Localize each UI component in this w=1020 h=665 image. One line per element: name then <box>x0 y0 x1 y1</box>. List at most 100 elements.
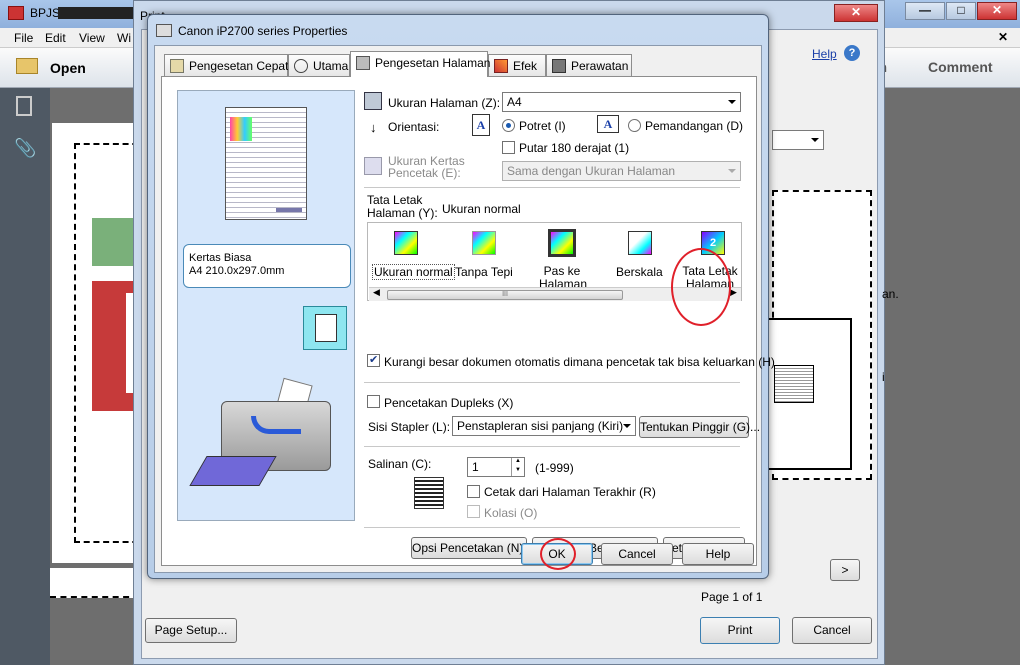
layout-pas-ke-halaman[interactable]: Pas ke Halaman <box>524 223 599 291</box>
layout-tanpa-tepi[interactable]: Tanpa Tepi <box>446 223 521 285</box>
ukuran-halaman-label: Ukuran Halaman (Z): <box>388 96 501 110</box>
help-icon[interactable]: ? <box>844 45 860 61</box>
attachment-icon[interactable]: 📎 <box>14 138 36 159</box>
spin-up-icon[interactable]: ▲ <box>511 458 524 467</box>
potret-radio[interactable] <box>502 119 515 132</box>
cetak-akhir-checkbox[interactable] <box>467 485 480 498</box>
open-button[interactable]: Open <box>50 60 86 76</box>
printer-icon <box>156 24 172 37</box>
red-highlight-circle-ok <box>540 538 576 570</box>
menu-view[interactable]: View <box>79 31 105 45</box>
main-icon <box>294 59 308 73</box>
tab-label: Utama <box>313 59 349 73</box>
quick-setup-icon <box>170 59 184 73</box>
page-size-select[interactable]: A4 <box>502 92 741 112</box>
menu-file[interactable]: File <box>14 31 33 45</box>
maximize-button[interactable]: □ <box>946 2 976 20</box>
page-setup-icon <box>356 56 370 70</box>
next-page-button[interactable]: > <box>830 559 860 581</box>
salinan-value: 1 <box>472 460 479 474</box>
tab-pengesetan-halaman[interactable]: Pengesetan Halaman <box>350 51 491 77</box>
layout-label: Tanpa Tepi <box>455 265 513 279</box>
kolasi-label: Kolasi (O) <box>484 506 538 520</box>
print-combo[interactable] <box>772 130 824 150</box>
layout-berskala[interactable]: Berskala <box>602 223 677 285</box>
help-link[interactable]: Help <box>812 47 837 61</box>
tentukan-pinggir-button[interactable]: Tentukan Pinggir (G)... <box>639 416 760 438</box>
cancel-button[interactable]: Cancel <box>601 543 673 565</box>
paper-info-box: Kertas Biasa A4 210.0x297.0mm <box>183 244 351 288</box>
tab-efek[interactable]: Efek <box>488 54 546 76</box>
printer-paper-icon <box>364 157 382 175</box>
preview-text: an. <box>882 287 899 301</box>
tab-label: Perawatan <box>571 59 629 73</box>
side-panel: 📎 <box>0 88 50 665</box>
spin-down-icon[interactable]: ▼ <box>511 467 524 476</box>
printer-paper-select: Sama dengan Ukuran Halaman <box>502 161 741 181</box>
scroll-left-icon[interactable]: ◀ <box>373 287 380 298</box>
close-button[interactable]: ✕ <box>977 2 1017 20</box>
help-button[interactable]: Help <box>682 543 754 565</box>
printer-paper-value: Sama dengan Ukuran Halaman <box>507 164 676 178</box>
putar-label[interactable]: Putar 180 derajat (1) <box>519 141 629 155</box>
page-preview-image <box>225 107 307 220</box>
ukuran-kertas-label: Ukuran Kertas Pencetak (E): <box>388 155 465 179</box>
tab-perawatan[interactable]: Perawatan <box>546 54 632 76</box>
layout-ukuran-normal[interactable]: Ukuran normal <box>368 223 455 285</box>
orientasi-label: Orientasi: <box>388 120 440 134</box>
redacted-title-mark <box>58 7 136 19</box>
pages-icon[interactable] <box>16 96 32 116</box>
opsi-pencetakan-button[interactable]: Opsi Pencetakan (N)... <box>411 537 533 559</box>
tab-pengesetan-cepat[interactable]: Pengesetan Cepat <box>164 54 288 76</box>
pdf-app-icon <box>8 6 24 20</box>
layout-label: Ukuran normal <box>372 264 455 280</box>
tab-label: Pengesetan Halaman <box>375 56 491 70</box>
scroll-right-icon[interactable]: ▶ <box>730 287 737 298</box>
open-folder-icon <box>16 58 38 74</box>
pemandangan-label[interactable]: Pemandangan (D) <box>645 119 743 133</box>
properties-body: Pengesetan Cepat Utama Pengesetan Halama… <box>154 45 775 573</box>
properties-title: Canon iP2700 series Properties <box>178 24 348 38</box>
kurangi-label[interactable]: Kurangi besar dokumen otomatis dimana pe… <box>384 355 775 369</box>
layout-normal-icon <box>394 231 418 255</box>
duplex-label[interactable]: Pencetakan Dupleks (X) <box>384 396 513 410</box>
stapler-label: Sisi Stapler (L): <box>368 420 451 434</box>
scroll-thumb[interactable]: III <box>387 290 623 300</box>
comment-button[interactable]: Comment <box>928 59 993 75</box>
tata-letak-line-1: Tata Letak <box>367 193 423 207</box>
orientation-preview <box>303 306 347 350</box>
print-button[interactable]: Print <box>700 617 780 644</box>
salinan-input[interactable]: 1 ▲ ▼ <box>467 457 525 477</box>
pemandangan-radio[interactable] <box>628 119 641 132</box>
salinan-label: Salinan (C): <box>368 457 432 471</box>
kolasi-checkbox <box>467 505 480 518</box>
tab-utama[interactable]: Utama <box>288 54 350 76</box>
kurangi-checkbox[interactable] <box>367 353 380 367</box>
salinan-range: (1-999) <box>535 461 574 475</box>
layout-borderless-icon <box>472 231 496 255</box>
copies-stack-icon <box>414 477 444 509</box>
menu-window[interactable]: Wi <box>117 31 131 45</box>
tata-letak-line-2: Halaman (Y): <box>367 206 438 220</box>
tab-label: Pengesetan Cepat <box>189 59 289 73</box>
menu-edit[interactable]: Edit <box>45 31 66 45</box>
stapler-select[interactable]: Penstapleran sisi panjang (Kiri) <box>452 416 636 436</box>
minimize-button[interactable]: — <box>905 2 945 20</box>
effects-icon <box>494 59 508 73</box>
preview-text-2: i <box>882 370 885 384</box>
printer-illustration <box>189 377 343 501</box>
paper-size: A4 210.0x297.0mm <box>189 265 285 277</box>
red-highlight-circle <box>671 248 731 326</box>
page-size-icon <box>364 92 382 110</box>
duplex-checkbox[interactable] <box>367 395 380 408</box>
cetak-akhir-label[interactable]: Cetak dari Halaman Terakhir (R) <box>484 485 656 499</box>
putar-checkbox[interactable] <box>502 141 515 154</box>
potret-label[interactable]: Potret (I) <box>519 119 566 133</box>
print-close-button[interactable]: ✕ <box>834 4 878 22</box>
menu-close-icon[interactable]: ✕ <box>998 30 1008 44</box>
print-cancel-button[interactable]: Cancel <box>792 617 872 644</box>
maintenance-icon <box>552 59 566 73</box>
page-setup-button[interactable]: Page Setup... <box>145 618 237 643</box>
preview-pane: Kertas Biasa A4 210.0x297.0mm <box>177 90 355 521</box>
ukuran-kertas-line-2: Pencetak (E): <box>388 166 461 180</box>
